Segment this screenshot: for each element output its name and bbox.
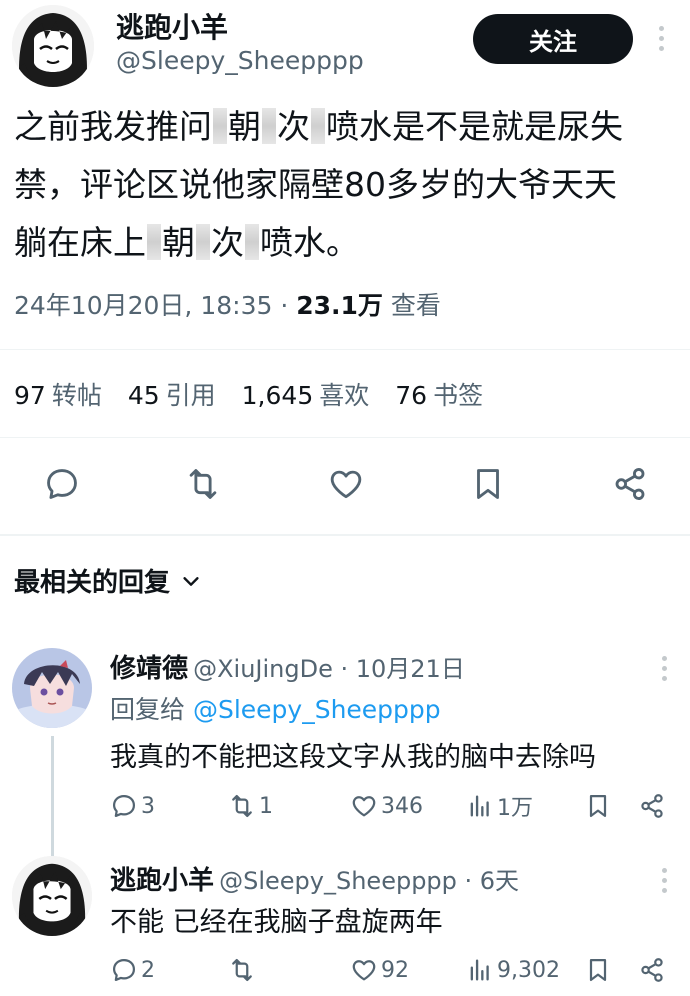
stat-reposts[interactable]: 97 转帖: [14, 376, 102, 412]
views-label: 查看: [382, 291, 441, 320]
reply-text: 不能 已经在我脑子盘旋两年: [110, 907, 443, 938]
reply-author-name[interactable]: 修靖德: [110, 654, 188, 684]
chevron-down-icon: [183, 576, 199, 586]
retweet-icon: [232, 794, 252, 818]
share-button[interactable]: [638, 952, 666, 988]
views-button[interactable]: 1万: [466, 788, 533, 824]
like-icon: [330, 470, 362, 499]
retweet-button[interactable]: 1: [228, 788, 273, 824]
reply-handle-time[interactable]: @Sleepy_Sheepppp · 6天: [219, 867, 519, 895]
tweet-line: 躺在床上朝次喷水。: [14, 223, 359, 262]
divider: [0, 349, 690, 350]
stat-likes[interactable]: 1,645 喜欢: [242, 376, 370, 412]
anime-girl-avatar-icon: [12, 856, 92, 936]
censor-blur: [213, 108, 227, 144]
like-button[interactable]: [324, 462, 368, 506]
author-handle[interactable]: @Sleepy_Sheepppp: [116, 46, 364, 75]
like-button[interactable]: 92: [350, 952, 409, 988]
share-button[interactable]: [638, 788, 666, 824]
views-icon: [470, 795, 489, 817]
engagement-stats: 97 转帖 45 引用 1,645 喜欢 76 书签: [14, 376, 483, 412]
reply-button[interactable]: 3: [110, 788, 155, 824]
anime-boy-avatar-icon: [12, 648, 92, 728]
reply-action-bar: 2 92 9,302: [110, 952, 680, 988]
view-count: 1万: [497, 796, 533, 821]
reply-avatar[interactable]: [12, 856, 92, 936]
like-icon: [352, 960, 376, 981]
author-avatar[interactable]: [12, 5, 94, 87]
thread-line: [51, 736, 54, 858]
retweet-button[interactable]: [228, 952, 259, 988]
reply-icon: [47, 469, 77, 499]
tweet-timestamp[interactable]: 24年10月20日, 18:35 ·: [14, 291, 296, 320]
divider: [0, 534, 690, 536]
follow-button[interactable]: 关注: [473, 14, 633, 64]
reply-icon: [112, 958, 136, 982]
share-icon: [641, 794, 663, 818]
bookmark-button[interactable]: [584, 952, 612, 988]
views-button[interactable]: 9,302: [466, 952, 560, 988]
reply-item[interactable]: 逃跑小羊 @Sleepy_Sheepppp · 6天 不能 已经在我脑子盘旋两年…: [0, 852, 690, 996]
reply-button[interactable]: 2: [110, 952, 155, 988]
like-icon: [352, 796, 376, 817]
sort-label: 最相关的回复: [14, 568, 171, 598]
tweet-line: 禁，评论区说他家隔壁80多岁的大爷天天: [14, 165, 617, 204]
reply-text: 我真的不能把这段文字从我的脑中去除吗: [110, 742, 596, 773]
like-count: 92: [381, 957, 409, 983]
like-count: 346: [381, 793, 423, 819]
author-display-name[interactable]: 逃跑小羊: [116, 6, 228, 46]
reply-author-name[interactable]: 逃跑小羊: [110, 866, 214, 896]
censor-blur: [196, 224, 210, 260]
bookmark-icon: [477, 469, 499, 499]
reply-count: 3: [141, 793, 155, 819]
reply-action-bar: 3 1 346 1万: [110, 788, 680, 824]
reply-item[interactable]: 修靖德 @XiuJingDe · 10月21日 回复给 @Sleepy_Shee…: [0, 640, 690, 858]
retweet-icon: [232, 958, 252, 982]
reply-button[interactable]: [40, 462, 84, 506]
bookmark-button[interactable]: [584, 788, 612, 824]
divider: [0, 437, 690, 438]
more-icon[interactable]: [660, 656, 668, 681]
reply-count: 2: [141, 957, 155, 983]
reply-handle-time[interactable]: @XiuJingDe · 10月21日: [193, 655, 465, 683]
retweet-count: 1: [259, 793, 273, 819]
bookmark-icon: [589, 958, 607, 982]
tweet-text: 之前我发推问朝次喷水是不是就是尿失 禁，评论区说他家隔壁80多岁的大爷天天 躺在…: [14, 98, 674, 272]
more-icon[interactable]: [657, 26, 665, 51]
tweet-action-bar: [0, 462, 690, 510]
censor-blur: [147, 224, 161, 260]
share-button[interactable]: [608, 462, 652, 506]
anime-girl-avatar-icon: [12, 5, 94, 87]
tweet-meta: 24年10月20日, 18:35 · 23.1万 查看: [14, 286, 441, 322]
replying-to: 回复给 @Sleepy_Sheepppp: [110, 695, 441, 724]
share-icon: [641, 958, 663, 982]
views-count: 23.1万: [296, 291, 383, 320]
retweet-button[interactable]: [181, 462, 225, 506]
views-icon: [470, 959, 489, 981]
reply-avatar[interactable]: [12, 648, 92, 728]
stat-bookmarks[interactable]: 76 书签: [395, 376, 483, 412]
censor-blur: [262, 108, 276, 144]
share-icon: [615, 468, 645, 500]
censor-blur: [311, 108, 325, 144]
like-button[interactable]: 346: [350, 788, 423, 824]
censor-blur: [245, 224, 259, 260]
bookmark-icon: [589, 794, 607, 818]
reply-icon: [112, 794, 136, 818]
reply-sort-dropdown[interactable]: 最相关的回复: [14, 562, 202, 599]
stat-quotes[interactable]: 45 引用: [128, 376, 216, 412]
reply-header: 逃跑小羊 @Sleepy_Sheepppp · 6天: [110, 860, 519, 897]
bookmark-button[interactable]: [466, 462, 510, 506]
tweet-line: 之前我发推问朝次喷水是不是就是尿失: [14, 107, 623, 146]
more-icon[interactable]: [660, 868, 668, 893]
reply-header: 修靖德 @XiuJingDe · 10月21日: [110, 648, 465, 685]
mention-link[interactable]: @Sleepy_Sheepppp: [193, 695, 441, 724]
view-count: 9,302: [497, 957, 560, 983]
retweet-icon: [189, 469, 217, 499]
